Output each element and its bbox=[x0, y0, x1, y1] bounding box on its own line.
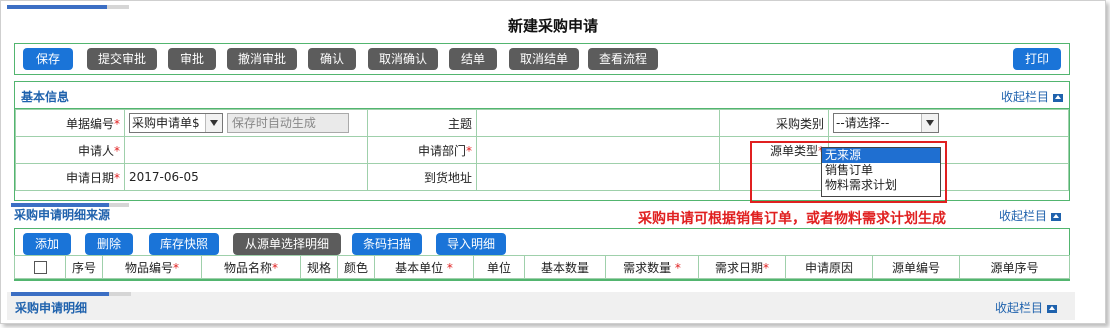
address-label: 到货地址 bbox=[367, 163, 477, 191]
window-frame: 新建采购申请 保存 提交审批 审批 撤消审批 确认 取消确认 结单 取消结单 查… bbox=[0, 0, 1106, 324]
dept-label: 申请部门* bbox=[367, 136, 477, 164]
col-header[interactable]: 颜色 bbox=[337, 255, 375, 279]
col-header[interactable]: 需求数量 * bbox=[605, 255, 699, 279]
collapse-label: 收起栏目 bbox=[994, 301, 1043, 315]
col-header[interactable]: 单位 bbox=[473, 255, 525, 279]
col-header[interactable]: 序号 bbox=[65, 255, 103, 279]
col-header[interactable]: 申请原因 bbox=[785, 255, 873, 279]
page-title: 新建采购申请 bbox=[507, 17, 598, 35]
cancel-confirm-button[interactable]: 取消确认 bbox=[368, 48, 438, 70]
view-process-button[interactable]: 查看流程 bbox=[588, 48, 658, 70]
col-header[interactable]: 需求日期* bbox=[698, 255, 786, 279]
top-tab-strip bbox=[7, 5, 129, 9]
select-all-cell bbox=[14, 255, 66, 279]
doc-no-label: 单据编号* bbox=[15, 109, 125, 137]
save-button[interactable]: 保存 bbox=[23, 48, 73, 70]
collapse-up-icon bbox=[1047, 304, 1057, 313]
grid-bottom-border bbox=[14, 279, 1070, 281]
detail-title: 采购申请明细 bbox=[15, 301, 88, 315]
applicant-input[interactable] bbox=[124, 136, 368, 164]
main-toolbar: 保存 提交审批 审批 撤消审批 确认 取消确认 结单 取消结单 查看流程 打印 bbox=[14, 43, 1070, 75]
doc-no-select[interactable]: 采购申请单$ bbox=[129, 113, 223, 133]
col-header[interactable]: 源单序号 bbox=[959, 255, 1070, 279]
stock-snapshot-button[interactable]: 库存快照 bbox=[149, 233, 219, 255]
purchase-type-cell: --请选择-- bbox=[828, 109, 1069, 137]
cancel-close-button[interactable]: 取消结单 bbox=[509, 48, 579, 70]
col-header[interactable]: 物品编号* bbox=[102, 255, 202, 279]
select-from-source-button[interactable]: 从源单选择明细 bbox=[233, 233, 341, 255]
delete-button[interactable]: 删除 bbox=[85, 233, 133, 255]
doc-no-cell: 采购申请单$ 保存时自动生成 bbox=[124, 109, 368, 137]
col-header[interactable]: 基本数量 bbox=[524, 255, 606, 279]
dropdown-option-sales-order[interactable]: 销售订单 bbox=[822, 163, 940, 178]
applicant-label: 申请人* bbox=[15, 136, 125, 164]
add-button[interactable]: 添加 bbox=[23, 233, 71, 255]
subject-label: 主题 bbox=[367, 109, 477, 137]
basic-info-title: 基本信息 bbox=[21, 90, 70, 104]
dropdown-option-mrp[interactable]: 物料需求计划 bbox=[822, 178, 940, 193]
approve-button[interactable]: 审批 bbox=[168, 48, 216, 70]
basic-info-header: 基本信息 收起栏目 bbox=[15, 82, 1069, 109]
source-type-dropdown[interactable]: 无来源 销售订单 物料需求计划 bbox=[821, 147, 941, 197]
collapse-up-icon bbox=[1051, 212, 1061, 221]
col-header[interactable]: 源单编号 bbox=[872, 255, 960, 279]
collapse-label: 收起栏目 bbox=[998, 209, 1047, 223]
doc-no-auto-field: 保存时自动生成 bbox=[226, 113, 349, 133]
barcode-scan-button[interactable]: 条码扫描 bbox=[352, 233, 422, 255]
chevron-down-icon bbox=[921, 114, 938, 132]
date-label: 申请日期* bbox=[15, 163, 125, 191]
basic-info-collapse[interactable]: 收起栏目 bbox=[1001, 88, 1063, 105]
detail-toolbar: 添加 删除 库存快照 从源单选择明细 条码扫描 导入明细 bbox=[14, 228, 1070, 255]
detail-grid-header: 序号 物品编号* 物品名称* 规格 颜色 基本单位 * 单位 基本数量 需求数量… bbox=[14, 255, 1070, 279]
purchase-type-select[interactable]: --请选择-- bbox=[833, 113, 939, 133]
cancel-approval-button[interactable]: 撤消审批 bbox=[227, 48, 297, 70]
confirm-button[interactable]: 确认 bbox=[308, 48, 356, 70]
select-all-checkbox[interactable] bbox=[33, 261, 47, 274]
print-button[interactable]: 打印 bbox=[1013, 48, 1061, 70]
submit-approval-button[interactable]: 提交审批 bbox=[87, 48, 157, 70]
import-detail-button[interactable]: 导入明细 bbox=[436, 233, 506, 255]
address-input[interactable] bbox=[476, 163, 720, 191]
collapse-up-icon bbox=[1053, 93, 1063, 102]
purchase-type-label: 采购类别 bbox=[719, 109, 829, 137]
detail-section: 采购申请明细 收起栏目 bbox=[7, 292, 1075, 320]
subject-input[interactable] bbox=[476, 109, 720, 137]
col-header[interactable]: 基本单位 * bbox=[374, 255, 474, 279]
detail-collapse[interactable]: 收起栏目 bbox=[995, 299, 1057, 316]
dept-input[interactable] bbox=[476, 136, 720, 164]
date-input[interactable]: 2017-06-05 bbox=[124, 163, 368, 191]
dropdown-option-none[interactable]: 无来源 bbox=[822, 148, 940, 163]
detail-source-title: 采购申请明细来源 bbox=[14, 208, 111, 222]
collapse-label: 收起栏目 bbox=[1000, 90, 1049, 104]
col-header[interactable]: 物品名称* bbox=[201, 255, 301, 279]
close-order-button[interactable]: 结单 bbox=[449, 48, 497, 70]
detail-tab-strip bbox=[11, 292, 131, 296]
detail-source-collapse[interactable]: 收起栏目 bbox=[999, 207, 1061, 224]
annotation-text: 采购申请可根据销售订单，或者物料需求计划生成 bbox=[638, 211, 946, 227]
col-header[interactable]: 规格 bbox=[300, 255, 338, 279]
chevron-down-icon bbox=[205, 114, 222, 132]
